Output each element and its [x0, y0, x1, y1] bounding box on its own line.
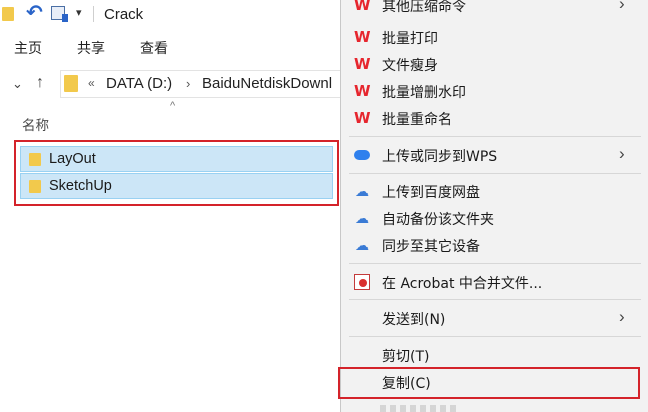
breadcrumb-folder[interactable]: BaiduNetdiskDownl [202, 75, 332, 92]
baidu-netdisk-icon: ☁ [355, 210, 369, 226]
wps-icon: W [354, 82, 371, 100]
up-arrow-icon[interactable]: ↑ [36, 74, 44, 92]
menu-item-label: 上传到百度网盘 [382, 185, 480, 201]
address-bar: ⌄ ↑ « DATA (D:) › BaiduNetdiskDownl [0, 70, 340, 98]
acrobat-icon [354, 274, 370, 290]
ribbon-tabs: 主页 共享 查看 [0, 38, 340, 58]
wps-icon: W [354, 28, 371, 46]
undo-icon[interactable]: ↶ [26, 3, 43, 23]
menu-item-label: 批量打印 [382, 31, 438, 47]
folder-icon [29, 180, 41, 193]
menu-separator [349, 299, 641, 300]
menu-item-label: 其他压缩命令 [382, 0, 466, 15]
cloud-icon [354, 150, 370, 160]
sort-ascending-icon: ^ [170, 100, 176, 112]
menu-item-auto-backup[interactable]: ☁ 自动备份该文件夹 [341, 205, 641, 231]
menu-item-batch-watermark[interactable]: W 批量增删水印 [341, 78, 641, 104]
menu-item-upload-baidu[interactable]: ☁ 上传到百度网盘 [341, 178, 641, 204]
menu-item-label: 自动备份该文件夹 [382, 212, 494, 228]
dropdown-icon[interactable]: ▾ [76, 6, 82, 19]
tab-view[interactable]: 查看 [140, 38, 168, 58]
menu-item-label: 发送到(N) [382, 312, 446, 328]
menu-item-send-to[interactable]: 发送到(N) › [341, 305, 641, 331]
menu-item-label: 批量增删水印 [382, 85, 466, 101]
wps-icon: W [354, 109, 371, 127]
address-folder-icon [64, 75, 78, 92]
window-title: Crack [104, 6, 144, 23]
menu-item-file-slim[interactable]: W 文件瘦身 [341, 51, 641, 77]
next-menu-item-partial [380, 405, 460, 412]
menu-item-acrobat-merge[interactable]: 在 Acrobat 中合并文件... [341, 269, 641, 295]
menu-separator [349, 136, 641, 137]
menu-item-label: 在 Acrobat 中合并文件... [382, 276, 543, 292]
breadcrumb-overflow[interactable]: « [88, 76, 95, 90]
baidu-netdisk-icon: ☁ [355, 183, 369, 199]
list-item[interactable]: SketchUp [20, 173, 333, 199]
menu-separator [349, 336, 641, 337]
menu-item-other-compress[interactable]: W 其他压缩命令 › [341, 0, 641, 18]
folder-icon [29, 153, 41, 166]
title-bar: ↶ ▾ Crack [0, 0, 340, 30]
wps-icon: W [354, 55, 371, 73]
menu-item-sync-devices[interactable]: ☁ 同步至其它设备 [341, 232, 641, 258]
menu-item-upload-wps[interactable]: 上传或同步到WPS › [341, 142, 641, 168]
selected-files-box: LayOut SketchUp [14, 140, 339, 206]
column-header-name[interactable]: 名称 [22, 114, 49, 134]
menu-item-batch-rename[interactable]: W 批量重命名 [341, 105, 641, 131]
menu-item-label: 同步至其它设备 [382, 239, 480, 255]
folder-icon[interactable] [2, 7, 14, 21]
menu-item-label: 上传或同步到WPS [382, 149, 498, 165]
recent-locations-icon[interactable]: ⌄ [12, 76, 23, 92]
baidu-netdisk-icon: ☁ [355, 237, 369, 253]
menu-item-cut[interactable]: 剪切(T) [341, 342, 641, 368]
menu-item-label: 剪切(T) [382, 349, 430, 365]
submenu-arrow-icon: › [619, 0, 625, 13]
copy-highlight-box [338, 367, 640, 399]
context-menu: W 其他压缩命令 › W 批量打印 W 文件瘦身 W 批量增删水印 W 批量重命… [340, 0, 648, 412]
file-name: LayOut [49, 151, 96, 167]
title-divider [93, 6, 94, 22]
menu-separator [349, 173, 641, 174]
wps-icon: W [354, 0, 371, 14]
menu-separator [349, 263, 641, 264]
breadcrumb-drive[interactable]: DATA (D:) [106, 75, 172, 92]
tab-share[interactable]: 共享 [77, 38, 105, 58]
submenu-arrow-icon: › [619, 307, 625, 326]
menu-item-batch-print[interactable]: W 批量打印 [341, 24, 641, 50]
file-name: SketchUp [49, 178, 112, 194]
menu-item-label: 批量重命名 [382, 112, 452, 128]
properties-icon[interactable] [51, 6, 68, 22]
breadcrumb-separator-icon: › [186, 76, 191, 91]
menu-item-label: 文件瘦身 [382, 58, 438, 74]
list-item[interactable]: LayOut [20, 146, 333, 172]
tab-home[interactable]: 主页 [14, 38, 42, 58]
submenu-arrow-icon: › [619, 144, 625, 163]
